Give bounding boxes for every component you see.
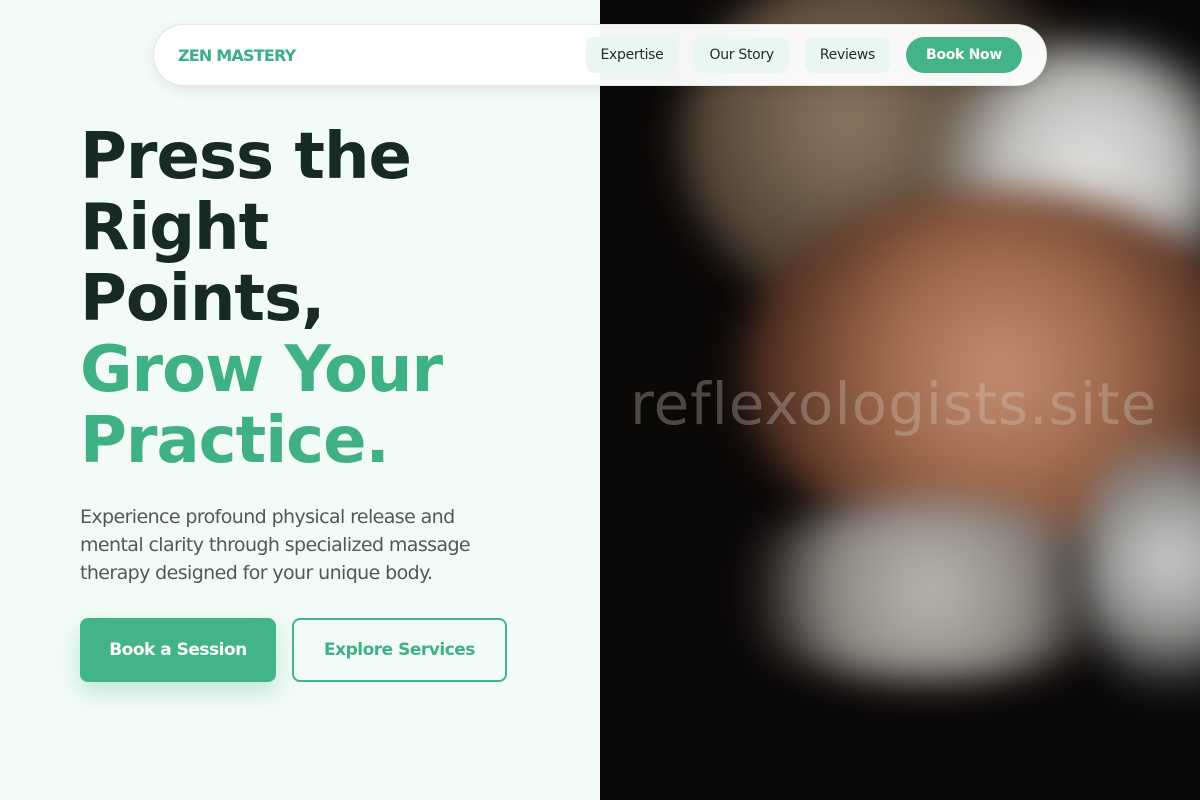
explore-services-button[interactable]: Explore Services xyxy=(292,618,507,682)
nav-link-reviews[interactable]: Reviews xyxy=(804,37,891,73)
nav-link-our-story[interactable]: Our Story xyxy=(694,37,789,73)
brand-logo[interactable]: ZEN MASTERY xyxy=(178,46,296,65)
hero-title-highlight-line: Practice. xyxy=(80,404,390,478)
hero-title-highlight-line: Grow Your xyxy=(80,333,443,407)
hero-subtitle: Experience profound physical release and… xyxy=(80,506,471,584)
top-navbar: ZEN MASTERY Expertise Our Story Reviews … xyxy=(153,24,1047,86)
book-now-button[interactable]: Book Now xyxy=(906,37,1022,73)
hero-title-line: Press the xyxy=(80,120,412,194)
nav-links: Expertise Our Story Reviews Book Now xyxy=(585,37,1022,73)
hero-title-line: Points, xyxy=(80,262,325,336)
hero-title-line: Right xyxy=(80,191,269,265)
nav-link-expertise[interactable]: Expertise xyxy=(585,37,679,73)
hero-title: Press the Right Points, Grow Your Practi… xyxy=(80,120,443,478)
watermark-text: reflexologists.site xyxy=(630,370,1158,438)
book-session-button[interactable]: Book a Session xyxy=(80,618,276,682)
